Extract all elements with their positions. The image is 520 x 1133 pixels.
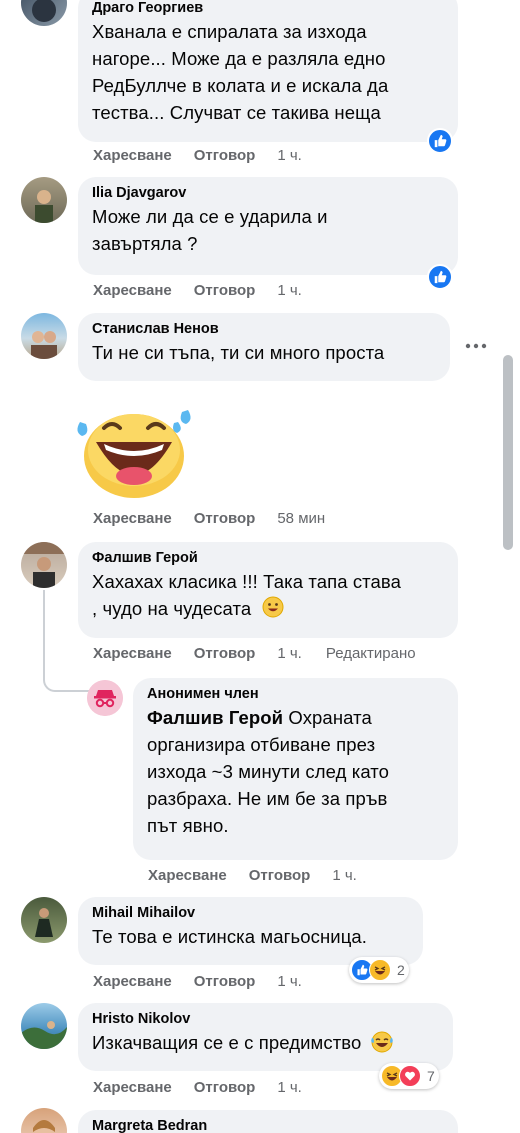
anonymous-avatar[interactable] — [87, 680, 123, 716]
avatar[interactable] — [21, 177, 67, 223]
comment-text-line: Хахахах класика !!! Така тапа става — [92, 571, 402, 592]
comment-text-line: изхода ~3 минути след като — [147, 761, 390, 782]
comment-text-fragment: Охраната — [288, 707, 372, 728]
reaction-summary[interactable]: 7 — [379, 1063, 439, 1089]
comment-bubble: Ilia Djavgarov Може ли да се е ударила и… — [78, 177, 458, 275]
comment-text-line: РедБуллче в колата и е искала да — [92, 75, 389, 96]
reply-thread-line — [43, 590, 89, 692]
comment-author[interactable]: Анонимен член — [147, 684, 444, 704]
comment-text-line: тества... Случват се такива неща — [92, 102, 381, 123]
comment-author[interactable]: Драго Георгиев — [92, 0, 444, 18]
comment-bubble: Mihail Mihailov Те това е истинска магьо… — [78, 897, 423, 965]
comment-author[interactable]: Margreta Bedran — [92, 1116, 444, 1133]
comment-actions: Харесване Отговор 58 мин — [93, 510, 347, 530]
comment-text-line: Може ли да се е ударила и — [92, 206, 328, 227]
comment-author[interactable]: Станислав Ненов — [92, 319, 436, 339]
comment-text-line: организира отбиване през — [147, 734, 376, 755]
avatar[interactable] — [21, 1108, 67, 1133]
comment-author[interactable]: Mihail Mihailov — [92, 903, 409, 923]
timestamp[interactable]: 1 ч. — [277, 1079, 302, 1096]
comment-author[interactable]: Hristo Nikolov — [92, 1009, 439, 1029]
haha-icon — [369, 959, 391, 981]
comment-bubble: Драго Георгиев Хванала е спиралата за из… — [78, 0, 458, 142]
timestamp[interactable]: 1 ч. — [277, 147, 302, 164]
comment-text-line: завъртяла ? — [92, 233, 198, 254]
comment-actions: Харесване Отговор 1 ч. — [148, 867, 379, 887]
like-button[interactable]: Харесване — [93, 510, 172, 527]
reply-button[interactable]: Отговор — [194, 510, 256, 527]
comment-bubble: Фалшив Герой Хахахах класика !!! Така та… — [78, 542, 458, 638]
anonymous-icon — [87, 680, 123, 716]
laughing-sticker — [74, 398, 194, 498]
avatar[interactable] — [21, 313, 67, 359]
comment-bubble: Margreta Bedran — [78, 1110, 458, 1133]
mention-link[interactable]: Фалшив Герой — [147, 707, 283, 728]
reaction-count: 7 — [427, 1068, 435, 1084]
comment-actions: Харесване Отговор 1 ч. — [93, 1079, 324, 1099]
reply-button[interactable]: Отговор — [194, 645, 256, 662]
like-button[interactable]: Харесване — [93, 1079, 172, 1096]
like-button[interactable]: Харесване — [148, 867, 227, 884]
edited-label[interactable]: Редактирано — [326, 645, 416, 662]
like-button[interactable]: Харесване — [93, 973, 172, 990]
love-icon — [399, 1065, 421, 1087]
comment-text-line: Хванала е спиралата за изхода — [92, 21, 367, 42]
smiley-emoji — [262, 596, 284, 618]
comment-text-line: разбраха. Не им бе за пръв — [147, 788, 388, 809]
avatar[interactable] — [21, 542, 67, 588]
comment-actions: Харесване Отговор 1 ч. — [93, 973, 324, 993]
timestamp[interactable]: 58 мин — [277, 510, 325, 527]
reaction-count: 2 — [397, 962, 405, 978]
more-options-button[interactable] — [463, 338, 489, 354]
reaction-summary[interactable]: 2 — [349, 957, 409, 983]
comment-text-line: Те това е истинска магьосница. — [92, 926, 368, 947]
like-icon — [434, 270, 447, 284]
reply-button[interactable]: Отговор — [194, 147, 256, 164]
timestamp[interactable]: 1 ч. — [277, 282, 302, 299]
crying-laugh-emoji — [371, 1031, 393, 1053]
comment-text-line: път явно. — [147, 815, 229, 836]
avatar[interactable] — [21, 0, 67, 26]
comment-actions: Харесване Отговор 1 ч. Редактирано — [93, 645, 438, 665]
like-button[interactable]: Харесване — [93, 282, 172, 299]
comment-bubble: Hristo Nikolov Изкачващия се е с предимс… — [78, 1003, 453, 1071]
comment-bubble: Станислав Ненов Ти не си тъпа, ти си мно… — [78, 313, 450, 381]
comment-author[interactable]: Фалшив Герой — [92, 548, 444, 568]
more-icon — [465, 343, 487, 349]
comment-bubble: Анонимен член Фалшив Герой Охраната орга… — [133, 678, 458, 860]
reply-button[interactable]: Отговор — [194, 973, 256, 990]
comment-text-line: Фалшив Герой Охраната — [147, 704, 444, 731]
comment-text-line: Изкачващия се е с предимство — [92, 1032, 362, 1053]
scrollbar-thumb[interactable] — [503, 355, 513, 550]
timestamp[interactable]: 1 ч. — [277, 645, 302, 662]
comment-actions: Харесване Отговор 1 ч. — [93, 147, 324, 167]
reply-button[interactable]: Отговор — [249, 867, 311, 884]
timestamp[interactable]: 1 ч. — [277, 973, 302, 990]
comment-author[interactable]: Ilia Djavgarov — [92, 183, 444, 203]
comment-text-line: , чудо на чудесата — [92, 598, 252, 619]
avatar[interactable] — [21, 897, 67, 943]
reply-button[interactable]: Отговор — [194, 282, 256, 299]
like-button[interactable]: Харесване — [93, 147, 172, 164]
like-reaction-badge[interactable] — [427, 128, 453, 154]
like-reaction-badge[interactable] — [427, 264, 453, 290]
like-icon — [434, 134, 447, 148]
avatar[interactable] — [21, 1003, 67, 1049]
like-button[interactable]: Харесване — [93, 645, 172, 662]
reply-button[interactable]: Отговор — [194, 1079, 256, 1096]
comment-text-line: нагоре... Може да е разляла едно — [92, 48, 386, 69]
comment-actions: Харесване Отговор 1 ч. — [93, 282, 324, 302]
comment-text-line: Ти не си тъпа, ти си много проста — [92, 342, 385, 363]
timestamp[interactable]: 1 ч. — [332, 867, 357, 884]
